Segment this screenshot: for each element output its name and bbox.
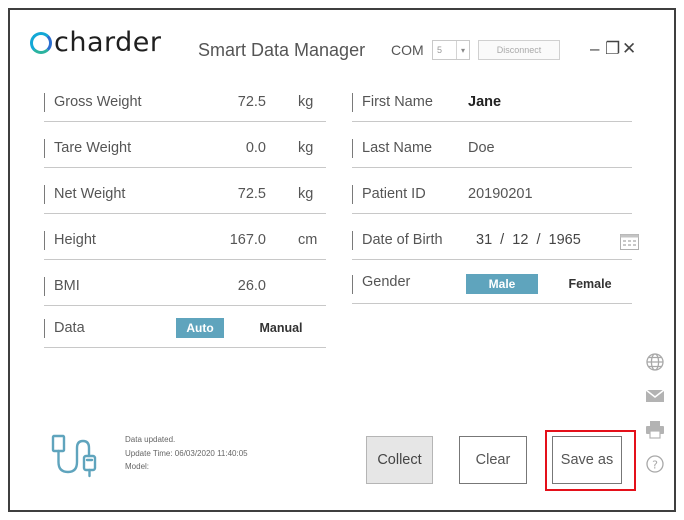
app-title: Smart Data Manager [198,40,366,60]
gender-female-toggle[interactable]: Female [554,274,626,294]
patient-id-label: Patient ID [362,186,426,202]
printer-icon[interactable] [645,420,665,440]
height-unit: cm [298,232,318,248]
status-line-3: Model: [125,462,150,471]
status-text: Data updated. Update Time: 06/03/2020 11… [125,433,248,474]
bmi-field: BMI 26.0 [44,276,326,306]
height-label: Height [54,232,96,248]
disconnect-button[interactable]: Disconnect [478,40,560,60]
data-mode-label: Data [54,320,85,336]
close-button[interactable]: ✕ [622,38,636,60]
gross-weight-unit: kg [298,94,314,110]
com-label: COM [391,42,424,58]
restore-button[interactable]: ❐ [605,38,620,60]
tare-weight-label: Tare Weight [54,140,132,156]
patient-id-field[interactable]: Patient ID 20190201 [352,184,632,214]
gross-weight-field: Gross Weight 72.5 kg [44,92,326,122]
net-weight-unit: kg [298,186,314,202]
calendar-icon[interactable] [620,233,639,250]
minimize-button[interactable]: – [590,38,599,60]
com-port-value: 5 [437,45,443,55]
last-name-value[interactable]: Doe [468,140,495,156]
tare-weight-value: 0.0 [245,140,266,156]
height-field: Height 167.0 cm [44,230,326,260]
first-name-field[interactable]: First Name Jane [352,92,632,122]
gender-label: Gender [362,274,411,290]
data-mode-field: Data Auto Manual [44,318,326,348]
charder-logo: charder [30,27,161,58]
net-weight-value: 72.5 [237,186,266,202]
com-port-select[interactable]: 5 ▾ [432,40,470,60]
first-name-label: First Name [362,94,433,110]
gender-male-toggle[interactable]: Male [466,274,538,294]
last-name-label: Last Name [362,140,433,156]
svg-text:?: ? [652,459,658,472]
net-weight-label: Net Weight [54,186,126,202]
net-weight-field: Net Weight 72.5 kg [44,184,326,214]
date-of-birth-field[interactable]: Date of Birth 31 / 12 / 1965 [352,230,642,260]
globe-icon[interactable] [645,352,665,372]
logo-text: charder [54,27,162,58]
date-of-birth-label: Date of Birth [362,232,443,248]
bmi-value: 26.0 [237,278,266,294]
tare-weight-field: Tare Weight 0.0 kg [44,138,326,168]
bmi-label: BMI [54,278,80,294]
chevron-down-icon: ▾ [456,41,469,59]
tare-weight-unit: kg [298,140,314,156]
gross-weight-label: Gross Weight [54,94,142,110]
first-name-value[interactable]: Jane [468,94,501,110]
status-line-2: Update Time: 06/03/2020 11:40:05 [125,448,248,458]
patient-id-value[interactable]: 20190201 [468,186,533,202]
collect-button[interactable]: Collect [366,436,433,484]
help-icon[interactable]: ? [645,454,665,474]
mail-icon[interactable] [645,386,665,406]
logo-ring-icon [30,31,52,54]
save-as-highlight [545,430,636,491]
gender-field: Gender Male Female [352,274,632,304]
data-mode-manual-toggle[interactable]: Manual [248,318,314,338]
date-of-birth-value[interactable]: 31 / 12 / 1965 [476,232,581,248]
last-name-field[interactable]: Last Name Doe [352,138,632,168]
status-line-1: Data updated. [125,435,176,444]
data-mode-auto-toggle[interactable]: Auto [176,318,224,338]
height-value: 167.0 [229,232,266,248]
gross-weight-value: 72.5 [237,94,266,110]
usb-cable-icon [51,434,97,478]
clear-button[interactable]: Clear [459,436,527,484]
